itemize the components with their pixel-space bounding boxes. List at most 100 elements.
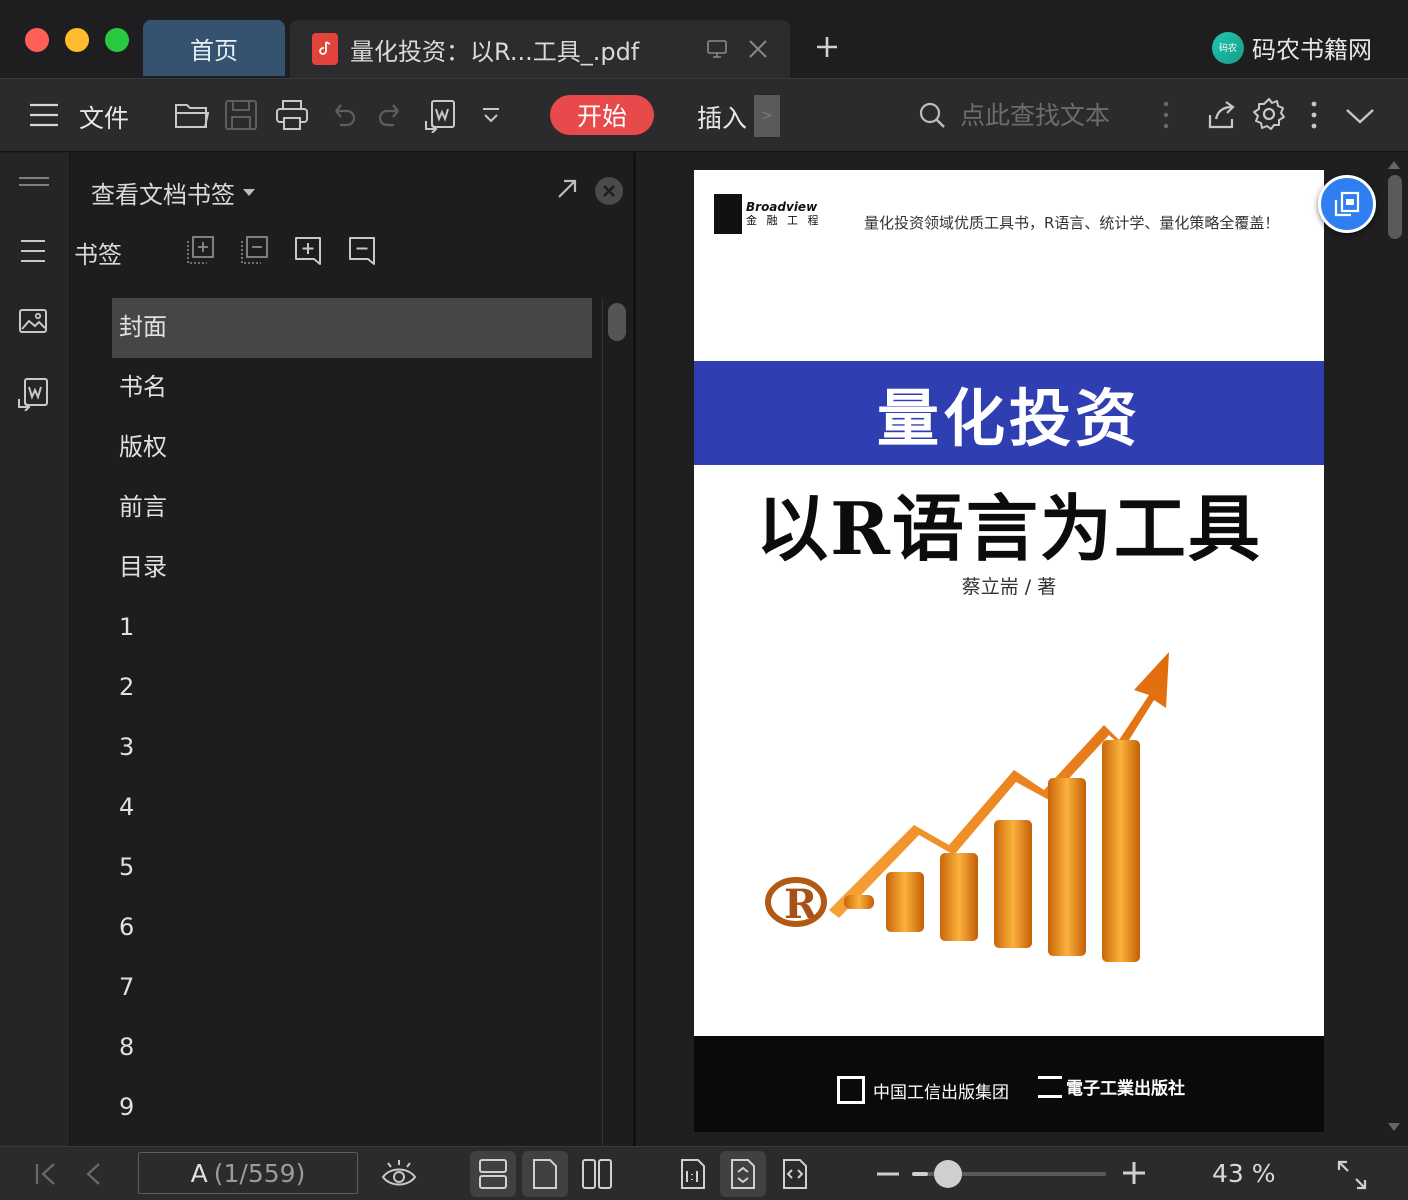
fullscreen-icon[interactable] [1336,1159,1368,1191]
collapse-panel-icon[interactable] [17,175,51,189]
tab-insert[interactable]: 插入 [697,99,747,135]
more-vertical-icon[interactable] [1160,99,1172,131]
publisher-group-logo [837,1076,865,1104]
bookmark-item[interactable]: 目录 [112,538,592,598]
cover-logo-en: Broadview [746,200,818,214]
bookmark-item[interactable]: 9 [112,1078,592,1138]
document-scrollbar[interactable] [1388,175,1402,239]
phei-logo [1038,1075,1062,1098]
thumbnail-image-icon[interactable] [17,307,49,337]
cover-slogan: 量化投资领域优质工具书，R语言、统计学、量化策略全覆盖！ [864,214,1280,232]
cover-title: 量化投资 [876,382,1141,455]
close-tab-icon[interactable] [747,38,769,60]
zoom-slider-thumb[interactable] [934,1160,963,1188]
bookmark-item[interactable]: 封面 [112,298,592,358]
actual-size-button[interactable] [670,1151,716,1197]
tab-home[interactable]: 首页 [143,20,285,76]
collapse-toolbar-chevron-icon[interactable] [1344,105,1376,127]
cover-publisher-1: 中国工信出版集团 [873,1082,1009,1103]
broadview-logo-mark [714,194,742,234]
open-folder-icon[interactable] [174,99,210,131]
pdf-to-word-icon[interactable] [424,99,458,133]
title-bar: 首页 量化投资：以R...工具_.pdf 码农 码农书籍网 [0,0,1408,78]
monitor-icon[interactable] [706,38,728,60]
save-icon[interactable] [224,99,258,131]
pop-out-arrow-icon[interactable] [555,177,579,201]
bookmark-item[interactable]: 3 [112,718,592,778]
continuous-page-icon [479,1159,507,1189]
expand-all-icon[interactable] [185,235,215,267]
bookmark-section-label: 书签 [74,241,122,269]
window-maximize-button[interactable] [105,28,129,52]
bookmark-panel-title-dropdown[interactable]: 查看文档书签 [91,175,255,210]
more-options-icon[interactable] [1308,99,1320,131]
single-page-icon [533,1159,557,1189]
two-page-button[interactable] [574,1151,620,1197]
convert-doc-icon [1334,191,1360,217]
brand[interactable]: 码农 码农书籍网 [1212,30,1372,65]
bookmark-list: 封面 书名 版权 前言 目录 1 2 3 4 5 6 7 8 9 [112,298,592,1138]
bookmark-item[interactable]: 版权 [112,418,592,478]
window-minimize-button[interactable] [65,28,89,52]
bookmark-scrollbar[interactable] [608,303,626,341]
page-label: A [190,1158,208,1188]
close-icon [603,185,615,197]
remove-bookmark-icon[interactable] [347,235,377,267]
status-bar: A (1/559) 43 % [0,1146,1408,1200]
page-indicator[interactable]: A (1/559) [138,1152,358,1194]
add-bookmark-icon[interactable] [293,235,323,267]
toolbar-dropdown-icon[interactable] [480,105,502,127]
more-tabs-button[interactable]: > [754,95,780,137]
hamburger-menu-icon[interactable] [28,101,60,129]
new-tab-plus-icon[interactable] [814,34,840,60]
undo-icon[interactable] [328,101,358,129]
brand-logo: 码农 [1212,31,1244,64]
tab-start[interactable]: 开始 [550,95,654,135]
floating-convert-button[interactable] [1318,175,1376,233]
document-viewport[interactable]: Broadview 金 融 工 程 量化投资领域优质工具书，R语言、统计学、量化… [636,153,1408,1146]
pdf-page: Broadview 金 融 工 程 量化投资领域优质工具书，R语言、统计学、量化… [694,170,1324,1132]
bookmark-item[interactable]: 8 [112,1018,592,1078]
bookmark-item[interactable]: 书名 [112,358,592,418]
caret-down-icon [243,189,255,196]
convert-document-icon[interactable] [17,377,51,411]
first-page-icon[interactable] [34,1161,58,1187]
previous-page-icon[interactable] [84,1161,102,1187]
tab-document-title: 量化投资：以R...工具_.pdf [350,37,640,66]
bookmark-item[interactable]: 4 [112,778,592,838]
left-rail [0,153,70,1146]
zoom-in-icon[interactable] [1120,1159,1148,1187]
zoom-percentage[interactable]: 43 % [1212,1159,1276,1188]
bookmark-item[interactable]: 5 [112,838,592,898]
close-panel-button[interactable] [595,177,623,205]
cover-author: 蔡立耑 / 著 [961,576,1057,598]
bookmark-item[interactable]: 6 [112,898,592,958]
bookmark-item[interactable]: 1 [112,598,592,658]
share-icon[interactable] [1206,99,1238,131]
tab-document[interactable]: 量化投资：以R...工具_.pdf [290,20,790,78]
scroll-up-arrow[interactable] [1388,161,1400,169]
cover-r-logo: R [784,881,818,928]
file-menu-button[interactable]: 文件 [79,99,129,135]
search-input[interactable] [960,97,1150,133]
eye-protection-icon[interactable] [380,1157,418,1191]
settings-gear-icon[interactable] [1252,97,1286,131]
continuous-scroll-button[interactable] [470,1151,516,1197]
window-close-button[interactable] [25,28,49,52]
scroll-down-arrow[interactable] [1388,1123,1400,1131]
bookmark-panel: 查看文档书签 书签 封面 书名 版权 前言 目录 1 2 3 4 5 6 7 8… [71,153,633,1146]
fit-page-button[interactable] [720,1151,766,1197]
redo-icon[interactable] [376,101,406,129]
bookmark-item[interactable]: 前言 [112,478,592,538]
cover-footer: 中国工信出版集团 電子工業出版社 [694,1036,1324,1132]
print-icon[interactable] [275,99,309,131]
fit-width-button[interactable] [772,1151,818,1197]
outline-list-icon[interactable] [17,237,49,265]
zoom-out-icon[interactable] [874,1161,902,1187]
collapse-all-icon[interactable] [239,235,269,267]
single-page-button[interactable] [522,1151,568,1197]
two-page-icon [582,1159,612,1189]
fit-page-icon [731,1159,755,1189]
bookmark-item[interactable]: 7 [112,958,592,1018]
bookmark-item[interactable]: 2 [112,658,592,718]
